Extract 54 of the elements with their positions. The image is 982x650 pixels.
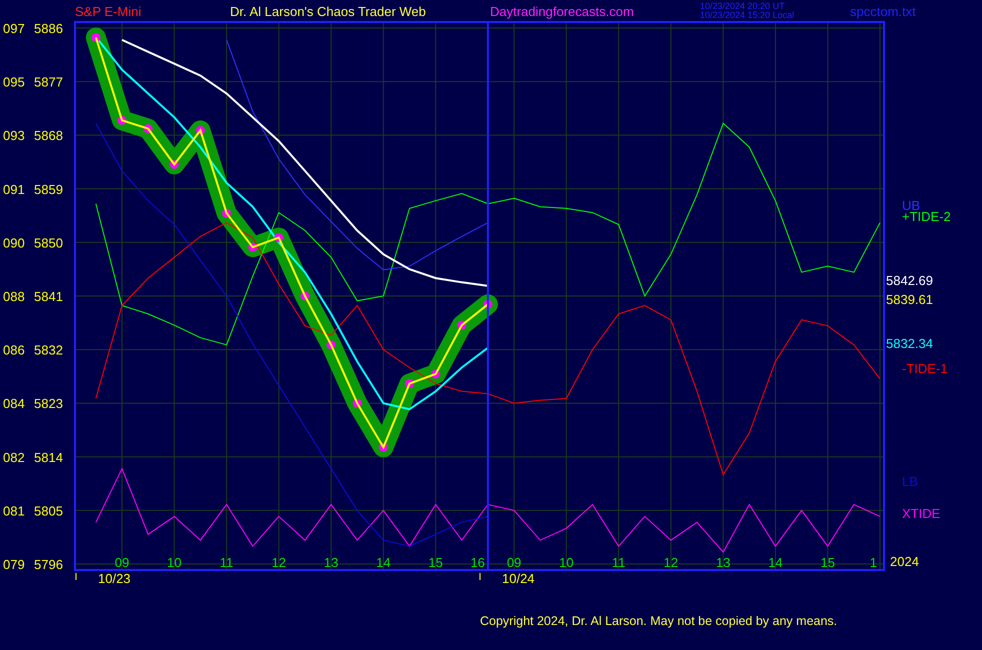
series-label: LB bbox=[902, 474, 918, 489]
axis-label: 5823 bbox=[34, 396, 63, 412]
axis-label: 10 bbox=[167, 555, 182, 570]
axis-label: 5796 bbox=[34, 557, 63, 572]
axis-label: 12 bbox=[664, 555, 678, 570]
axis-label: 097 bbox=[3, 20, 25, 36]
axis-label: 090 bbox=[3, 235, 25, 250]
axis-label: 5832 bbox=[34, 342, 63, 358]
axis-label: 11 bbox=[612, 555, 626, 570]
file-name: spcctom.txt bbox=[850, 4, 916, 18]
axis-label: 5805 bbox=[34, 503, 63, 518]
axis-label: 15 bbox=[428, 555, 443, 570]
axis-label: 5850 bbox=[34, 235, 63, 250]
axis-label: 5814 bbox=[34, 450, 63, 465]
axis-label: 095 bbox=[3, 74, 25, 90]
axis-label: 16 bbox=[470, 555, 485, 570]
axis-label: 15 bbox=[820, 555, 835, 570]
axis-label: 081 bbox=[3, 503, 25, 518]
axis-label: 079 bbox=[3, 557, 25, 572]
value-label: 5832.34 bbox=[886, 336, 933, 351]
axis-label: 5859 bbox=[34, 182, 63, 197]
axis-label: 5886 bbox=[34, 20, 63, 36]
date-label: 10/23 bbox=[98, 571, 131, 586]
axis-label: 082 bbox=[3, 450, 25, 465]
axis-label: 5868 bbox=[34, 128, 63, 144]
value-label: 2024 bbox=[890, 554, 919, 569]
axis-label: 13 bbox=[716, 555, 730, 570]
axis-label: 14 bbox=[376, 555, 391, 570]
axis-label: 091 bbox=[3, 182, 25, 197]
timestamp: 10/23/2024 20:20 UT bbox=[700, 2, 786, 11]
copyright-notice: Copyright 2024, Dr. Al Larson. May not be copied by any means. bbox=[480, 614, 838, 628]
axis-label: 088 bbox=[3, 289, 25, 304]
axis-label: 13 bbox=[324, 555, 338, 570]
axis-label: 093 bbox=[3, 128, 25, 144]
instrument-name: S&P E-Mini bbox=[75, 4, 142, 18]
value-label: 5842.69 bbox=[886, 273, 933, 288]
page-title: Dr. Al Larson's Chaos Trader Web bbox=[230, 4, 427, 18]
axis-label: 086 bbox=[3, 342, 25, 358]
axis-label: 09 bbox=[506, 555, 522, 570]
axis-label: 12 bbox=[272, 555, 286, 570]
series-label: XTIDE bbox=[902, 506, 940, 521]
axis-label: 5841 bbox=[34, 289, 63, 304]
axis-label: 10 bbox=[559, 555, 574, 570]
timestamp: 10/23/2024 15:20 Local bbox=[700, 11, 796, 20]
axis-label: 084 bbox=[3, 396, 25, 412]
axis-label: 5877 bbox=[34, 74, 63, 90]
value-label: 5839.61 bbox=[886, 292, 933, 307]
series-label: -TIDE-1 bbox=[902, 361, 948, 376]
website-name: Daytradingforecasts.com bbox=[490, 4, 635, 18]
axis-label: 1 bbox=[870, 555, 877, 570]
axis-label: 11 bbox=[220, 555, 234, 570]
date-label: 10/24 bbox=[502, 571, 535, 586]
axis-label: 09 bbox=[114, 555, 130, 570]
axis-label: 14 bbox=[768, 555, 783, 570]
